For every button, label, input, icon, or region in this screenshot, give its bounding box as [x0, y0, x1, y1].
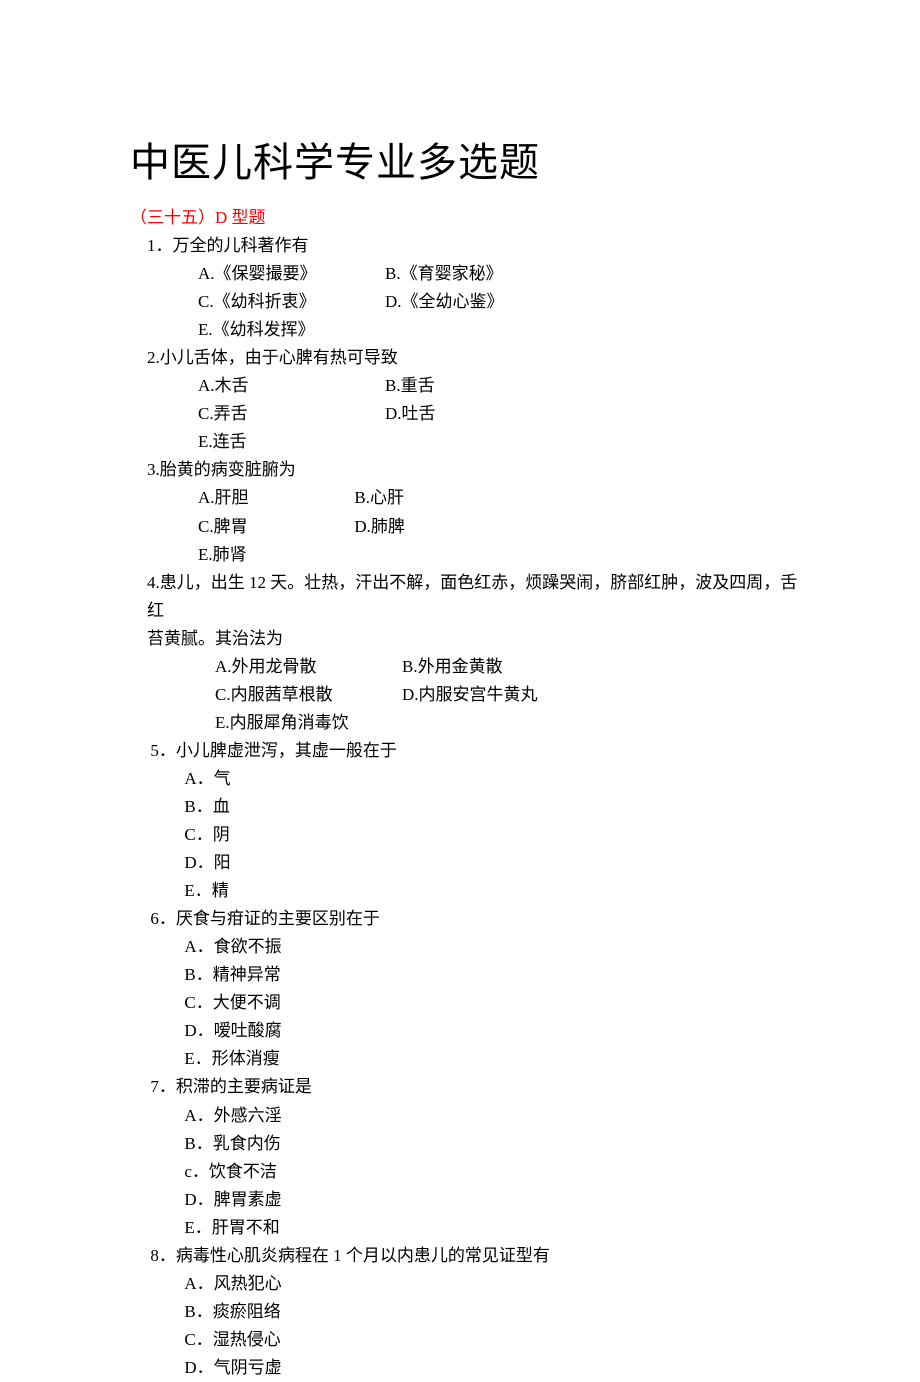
option-row: A.肝胆B.心肝 — [130, 484, 810, 512]
option: A.肝胆 — [198, 484, 354, 512]
option: B．精神异常 — [130, 961, 810, 989]
section-header: （三十五）D 型题 — [130, 204, 810, 232]
option: D．阳 — [130, 849, 810, 877]
option: D.内服安宫牛黄丸 — [402, 681, 589, 709]
option-row: C.弄舌D.吐舌 — [130, 400, 810, 428]
option-row: A.外用龙骨散B.外用金黄散 — [130, 653, 810, 681]
option: B．乳食内伤 — [130, 1130, 810, 1158]
option: C．湿热侵心 — [130, 1326, 810, 1354]
option: B.重舌 — [385, 372, 572, 400]
option: A．外感六淫 — [130, 1102, 810, 1130]
option: A．食欲不振 — [130, 933, 810, 961]
option: A.《保婴撮要》 — [198, 260, 385, 288]
question-stem: 5．小儿脾虚泄泻，其虚一般在于 — [130, 737, 810, 765]
option: D．脾胃素虚 — [130, 1186, 810, 1214]
option: C．阴 — [130, 821, 810, 849]
option-row: C.内服茜草根散D.内服安宫牛黄丸 — [130, 681, 810, 709]
question-stem: 6．厌食与疳证的主要区别在于 — [130, 905, 810, 933]
option: B.心肝 — [354, 484, 541, 512]
option-row: E.《幼科发挥》 — [130, 316, 810, 344]
option: E.肺肾 — [198, 541, 354, 569]
option: D.肺脾 — [354, 513, 541, 541]
option: C.《幼科折衷》 — [198, 288, 385, 316]
option-row: E.肺肾 — [130, 541, 810, 569]
option: C.弄舌 — [198, 400, 385, 428]
option-row: A.木舌B.重舌 — [130, 372, 810, 400]
option-row: C.脾胃D.肺脾 — [130, 513, 810, 541]
question-stem: 1．万全的儿科著作有 — [130, 232, 810, 260]
option: A．风热犯心 — [130, 1270, 810, 1298]
option: D.吐舌 — [385, 400, 572, 428]
question-stem: 8．病毒性心肌炎病程在 1 个月以内患儿的常见证型有 — [130, 1242, 810, 1270]
option-row: C.《幼科折衷》D.《全幼心鉴》 — [130, 288, 810, 316]
option: E.连舌 — [198, 428, 385, 456]
question-stem: 4.患儿，出生 12 天。壮热，汗出不解，面色红赤，烦躁哭闹，脐部红肿，波及四周… — [130, 569, 810, 625]
question-stem: 3.胎黄的病变脏腑为 — [130, 456, 810, 484]
option: C.脾胃 — [198, 513, 354, 541]
option: A.木舌 — [198, 372, 385, 400]
option: E.《幼科发挥》 — [198, 316, 385, 344]
option: E．肝胃不和 — [130, 1214, 810, 1242]
question-stem-cont: 苔黄腻。其治法为 — [130, 625, 810, 653]
option: C.内服茜草根散 — [215, 681, 402, 709]
option: D．气阴亏虚 — [130, 1354, 810, 1382]
option-row: E.内服犀角消毒饮 — [130, 709, 810, 737]
option: B.外用金黄散 — [402, 653, 589, 681]
option: E．精 — [130, 877, 810, 905]
question-stem: 7．积滞的主要病证是 — [130, 1073, 810, 1101]
option: B.《育婴家秘》 — [385, 260, 572, 288]
option-row: E.连舌 — [130, 428, 810, 456]
option: c．饮食不洁 — [130, 1158, 810, 1186]
option: E.内服犀角消毒饮 — [215, 709, 402, 737]
option-row: A.《保婴撮要》B.《育婴家秘》 — [130, 260, 810, 288]
option: A.外用龙骨散 — [215, 653, 402, 681]
option: D．嗳吐酸腐 — [130, 1017, 810, 1045]
questions-container: 1．万全的儿科著作有A.《保婴撮要》B.《育婴家秘》C.《幼科折衷》D.《全幼心… — [130, 232, 810, 1382]
page-title: 中医儿科学专业多选题 — [130, 130, 810, 196]
option: A．气 — [130, 765, 810, 793]
option: D.《全幼心鉴》 — [385, 288, 572, 316]
option: C．大便不调 — [130, 989, 810, 1017]
question-stem: 2.小儿舌体，由于心脾有热可导致 — [130, 344, 810, 372]
option: E．形体消瘦 — [130, 1045, 810, 1073]
option: B．血 — [130, 793, 810, 821]
option: B．痰瘀阻络 — [130, 1298, 810, 1326]
